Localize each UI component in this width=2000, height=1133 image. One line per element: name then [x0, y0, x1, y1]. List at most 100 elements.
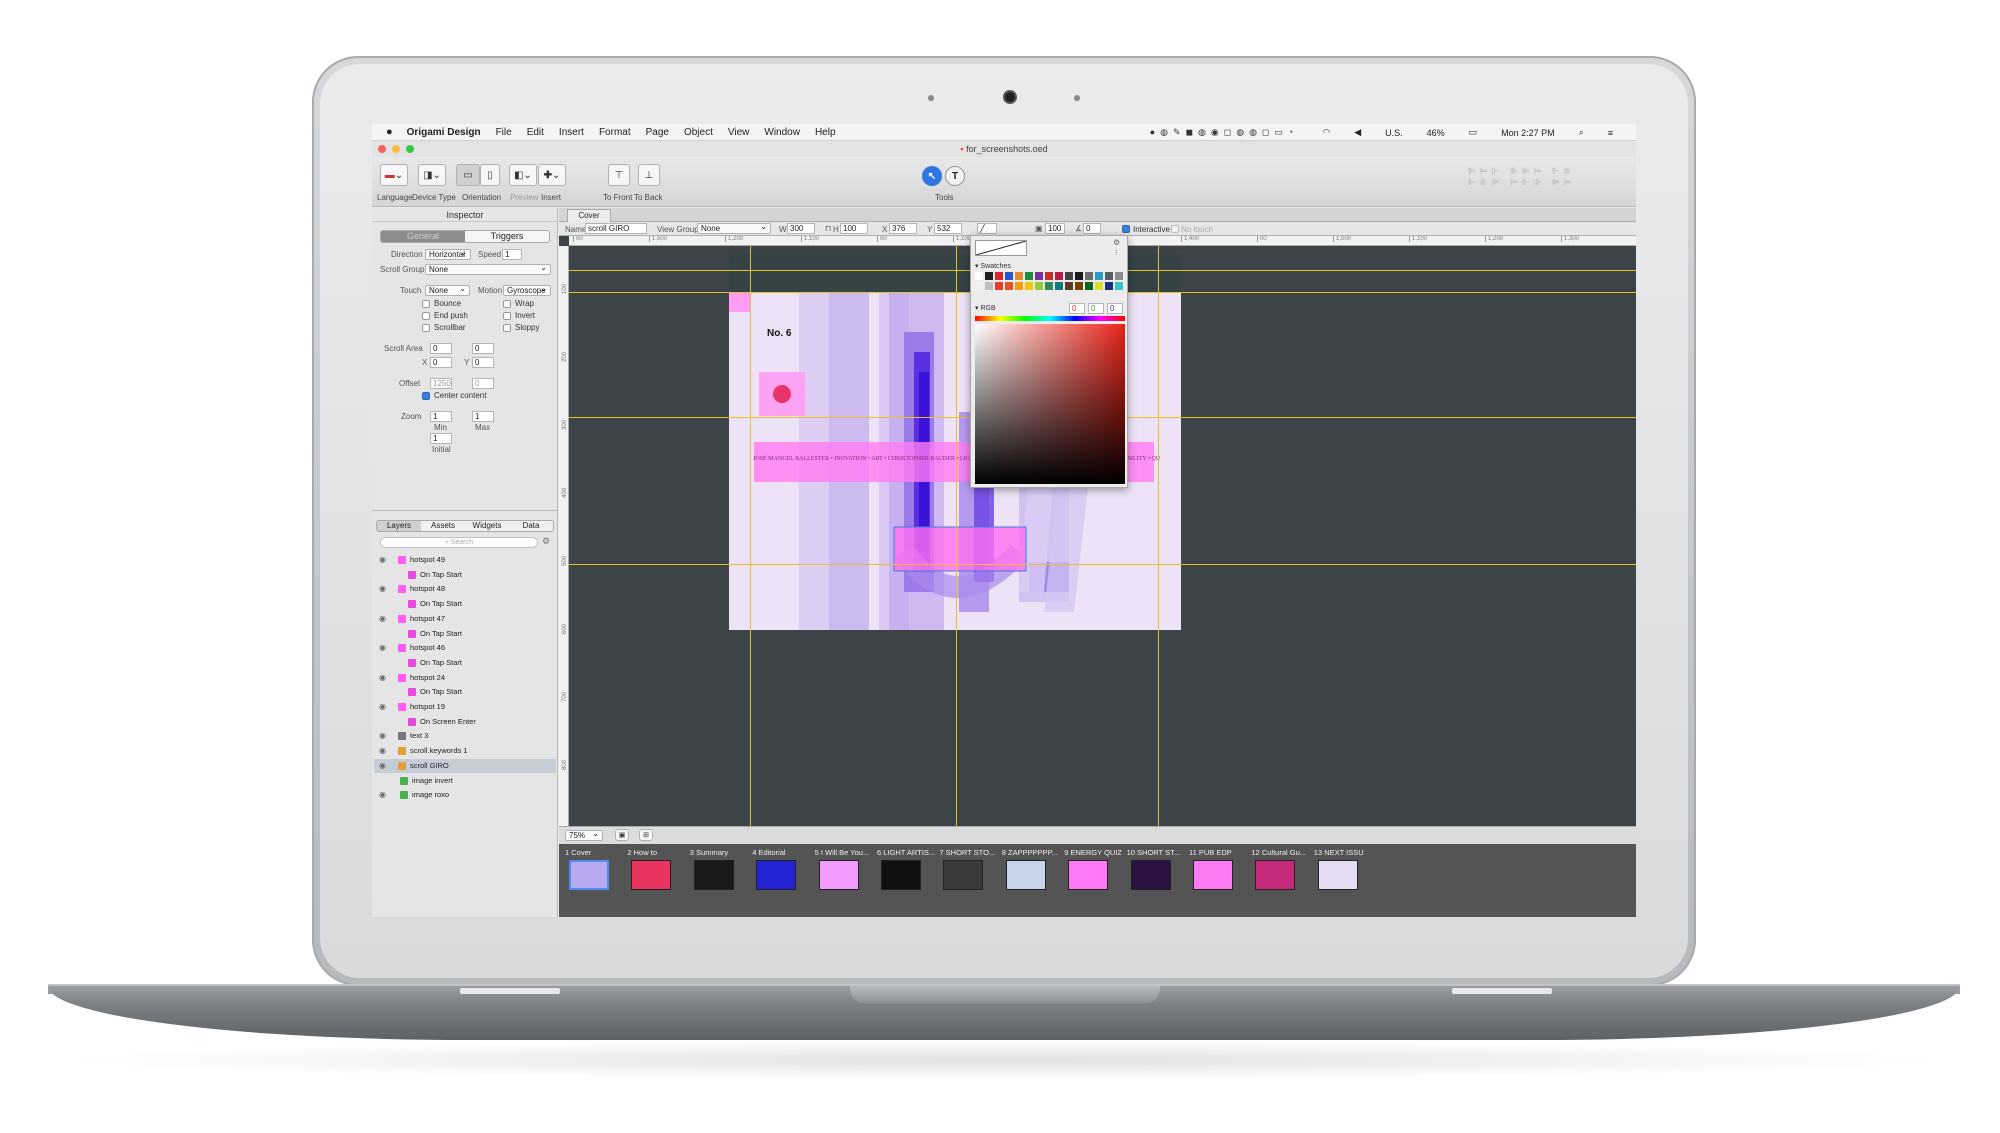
landscape-button[interactable]: ▭	[456, 164, 480, 186]
guide-vertical-3[interactable]	[1158, 246, 1159, 826]
page-thumbnail[interactable]	[1255, 860, 1296, 890]
color-swatch[interactable]	[1005, 272, 1013, 280]
layer-row[interactable]: ◉ hotspot 47	[374, 612, 556, 626]
zoom-max-field[interactable]: 1	[472, 411, 494, 422]
lock-ratio-icon[interactable]: ⊓	[825, 224, 831, 233]
sloppy-checkbox[interactable]	[503, 324, 511, 332]
color-swatch[interactable]	[1105, 282, 1113, 290]
wifi-icon[interactable]: ◠	[1322, 127, 1330, 138]
scroll-x-field[interactable]: 0	[430, 357, 452, 368]
color-swatch[interactable]	[1105, 272, 1113, 280]
bounce-checkbox[interactable]	[422, 300, 430, 308]
no-touch-checkbox[interactable]	[1171, 225, 1179, 233]
red-field[interactable]: 0	[1069, 303, 1085, 314]
current-color-well[interactable]	[975, 240, 1027, 256]
zoom-initial-field[interactable]: 1	[430, 433, 452, 444]
guide-vertical-2[interactable]	[956, 246, 957, 826]
page-thumbnail[interactable]	[943, 860, 984, 890]
layer-row[interactable]: ◉ hotspot 19	[374, 700, 556, 714]
interactive-checkbox[interactable]	[1122, 225, 1130, 233]
zoom-min-field[interactable]: 1	[430, 411, 452, 422]
hue-slider[interactable]	[975, 316, 1125, 321]
layer-row[interactable]: On Tap Start	[374, 597, 556, 611]
color-swatch[interactable]	[1085, 272, 1093, 280]
color-swatch[interactable]	[1035, 272, 1043, 280]
color-swatch[interactable]	[995, 282, 1003, 290]
to-back-button[interactable]: ⊥	[638, 164, 660, 186]
center-content-checkbox[interactable]	[422, 392, 430, 400]
layers-search-input[interactable]: ⌕ Search	[380, 537, 538, 548]
color-swatch[interactable]	[1025, 282, 1033, 290]
visibility-eye-icon[interactable]: ◉	[379, 744, 386, 758]
wrap-checkbox[interactable]	[503, 300, 511, 308]
insert-button[interactable]: ✚ ⌄	[538, 164, 566, 186]
color-swatch[interactable]	[985, 272, 993, 280]
green-field[interactable]: 0	[1088, 303, 1104, 314]
device-type-button[interactable]: ◨ ⌄	[418, 164, 446, 186]
swatches-heading[interactable]: ▾ Swatches	[975, 262, 1011, 270]
name-field[interactable]: scroll GIRO	[585, 223, 647, 234]
touch-select[interactable]: None	[425, 285, 470, 296]
layer-row[interactable]: ◉ scroll GIRO	[374, 758, 556, 773]
page-thumbnail[interactable]	[1317, 860, 1358, 890]
to-front-button[interactable]: ⊤	[608, 164, 630, 186]
preview-button[interactable]: ◧ ⌄	[509, 164, 537, 186]
align-distribute-icons[interactable]: ⊫⊨⊩ ⊪⊫⊨ ⊩⊪ ⊩⊪⊫ ⊨⊩⊪ ⊫⊨	[1468, 166, 1628, 192]
page-thumbnail[interactable]	[1130, 860, 1171, 890]
scroll-area-width-field[interactable]: 0	[430, 343, 452, 354]
guide-horizontal-4[interactable]	[569, 564, 1636, 565]
text-tool-button[interactable]: T	[945, 166, 965, 186]
clock[interactable]: Mon 2:27 PM	[1501, 128, 1555, 138]
page-thumbnail[interactable]	[569, 860, 609, 890]
app-menu[interactable]: Origami Design	[407, 127, 481, 138]
menu-window[interactable]: Window	[764, 127, 800, 138]
visibility-eye-icon[interactable]: ◉	[379, 582, 386, 596]
color-swatch[interactable]	[1045, 282, 1053, 290]
motion-select[interactable]: Gyroscope	[503, 285, 551, 296]
tab-widgets[interactable]: Widgets	[465, 521, 509, 531]
visibility-eye-icon[interactable]: ◉	[379, 788, 386, 802]
color-swatch[interactable]	[975, 272, 983, 280]
page-thumbnail[interactable]	[693, 860, 734, 890]
color-swatch[interactable]	[1095, 282, 1103, 290]
visibility-eye-icon[interactable]: ◉	[379, 729, 386, 743]
picker-gear-icon[interactable]: ⚙	[1113, 238, 1120, 247]
rgb-heading[interactable]: ▾ RGB	[975, 304, 996, 312]
add-page-icon[interactable]: ⊞	[639, 829, 653, 841]
color-swatch[interactable]	[1045, 272, 1053, 280]
guide-vertical-1[interactable]	[750, 246, 751, 826]
menu-file[interactable]: File	[496, 127, 512, 138]
battery-percent[interactable]: 46%	[1427, 128, 1445, 138]
layers-gear-icon[interactable]: ⚙	[542, 536, 550, 547]
select-tool-button[interactable]: ↖	[922, 166, 942, 186]
layer-row[interactable]: On Tap Start	[374, 685, 556, 699]
color-swatch[interactable]	[985, 282, 993, 290]
color-swatch[interactable]	[1025, 272, 1033, 280]
status-icons[interactable]: ●◍✎◼◍◉◻◍◍◻▭◔	[1150, 127, 1299, 138]
scroll-area-height-field[interactable]: 0	[472, 343, 494, 354]
tab-triggers[interactable]: Triggers	[465, 231, 549, 242]
color-swatch[interactable]	[1035, 282, 1043, 290]
menu-view[interactable]: View	[728, 127, 750, 138]
volume-icon[interactable]: ◀	[1354, 127, 1361, 138]
fill-color-button[interactable]: ╱	[977, 223, 997, 234]
menu-object[interactable]: Object	[684, 127, 713, 138]
spotlight-icon[interactable]: ⌕	[1579, 127, 1584, 138]
notification-center-icon[interactable]: ≡	[1608, 128, 1613, 138]
tab-general[interactable]: General	[381, 231, 465, 242]
tab-data[interactable]: Data	[509, 521, 553, 531]
visibility-eye-icon[interactable]: ◉	[379, 553, 386, 567]
color-swatch[interactable]	[1055, 272, 1063, 280]
layer-row[interactable]: On Tap Start	[374, 568, 556, 582]
color-swatch[interactable]	[1065, 272, 1073, 280]
y-field[interactable]: 532	[934, 223, 962, 234]
blue-field[interactable]: 0	[1107, 303, 1123, 314]
layer-row[interactable]: ◉ hotspot 24	[374, 671, 556, 685]
color-swatch[interactable]	[1015, 272, 1023, 280]
menu-edit[interactable]: Edit	[527, 127, 544, 138]
portrait-button[interactable]: ▯	[480, 164, 500, 186]
layer-row[interactable]: ◉ hotspot 48	[374, 582, 556, 596]
direction-select[interactable]: Horizontal	[425, 249, 471, 260]
layer-row[interactable]: ◉ scroll.keywords 1	[374, 744, 556, 758]
page-thumbnail[interactable]	[631, 860, 672, 890]
